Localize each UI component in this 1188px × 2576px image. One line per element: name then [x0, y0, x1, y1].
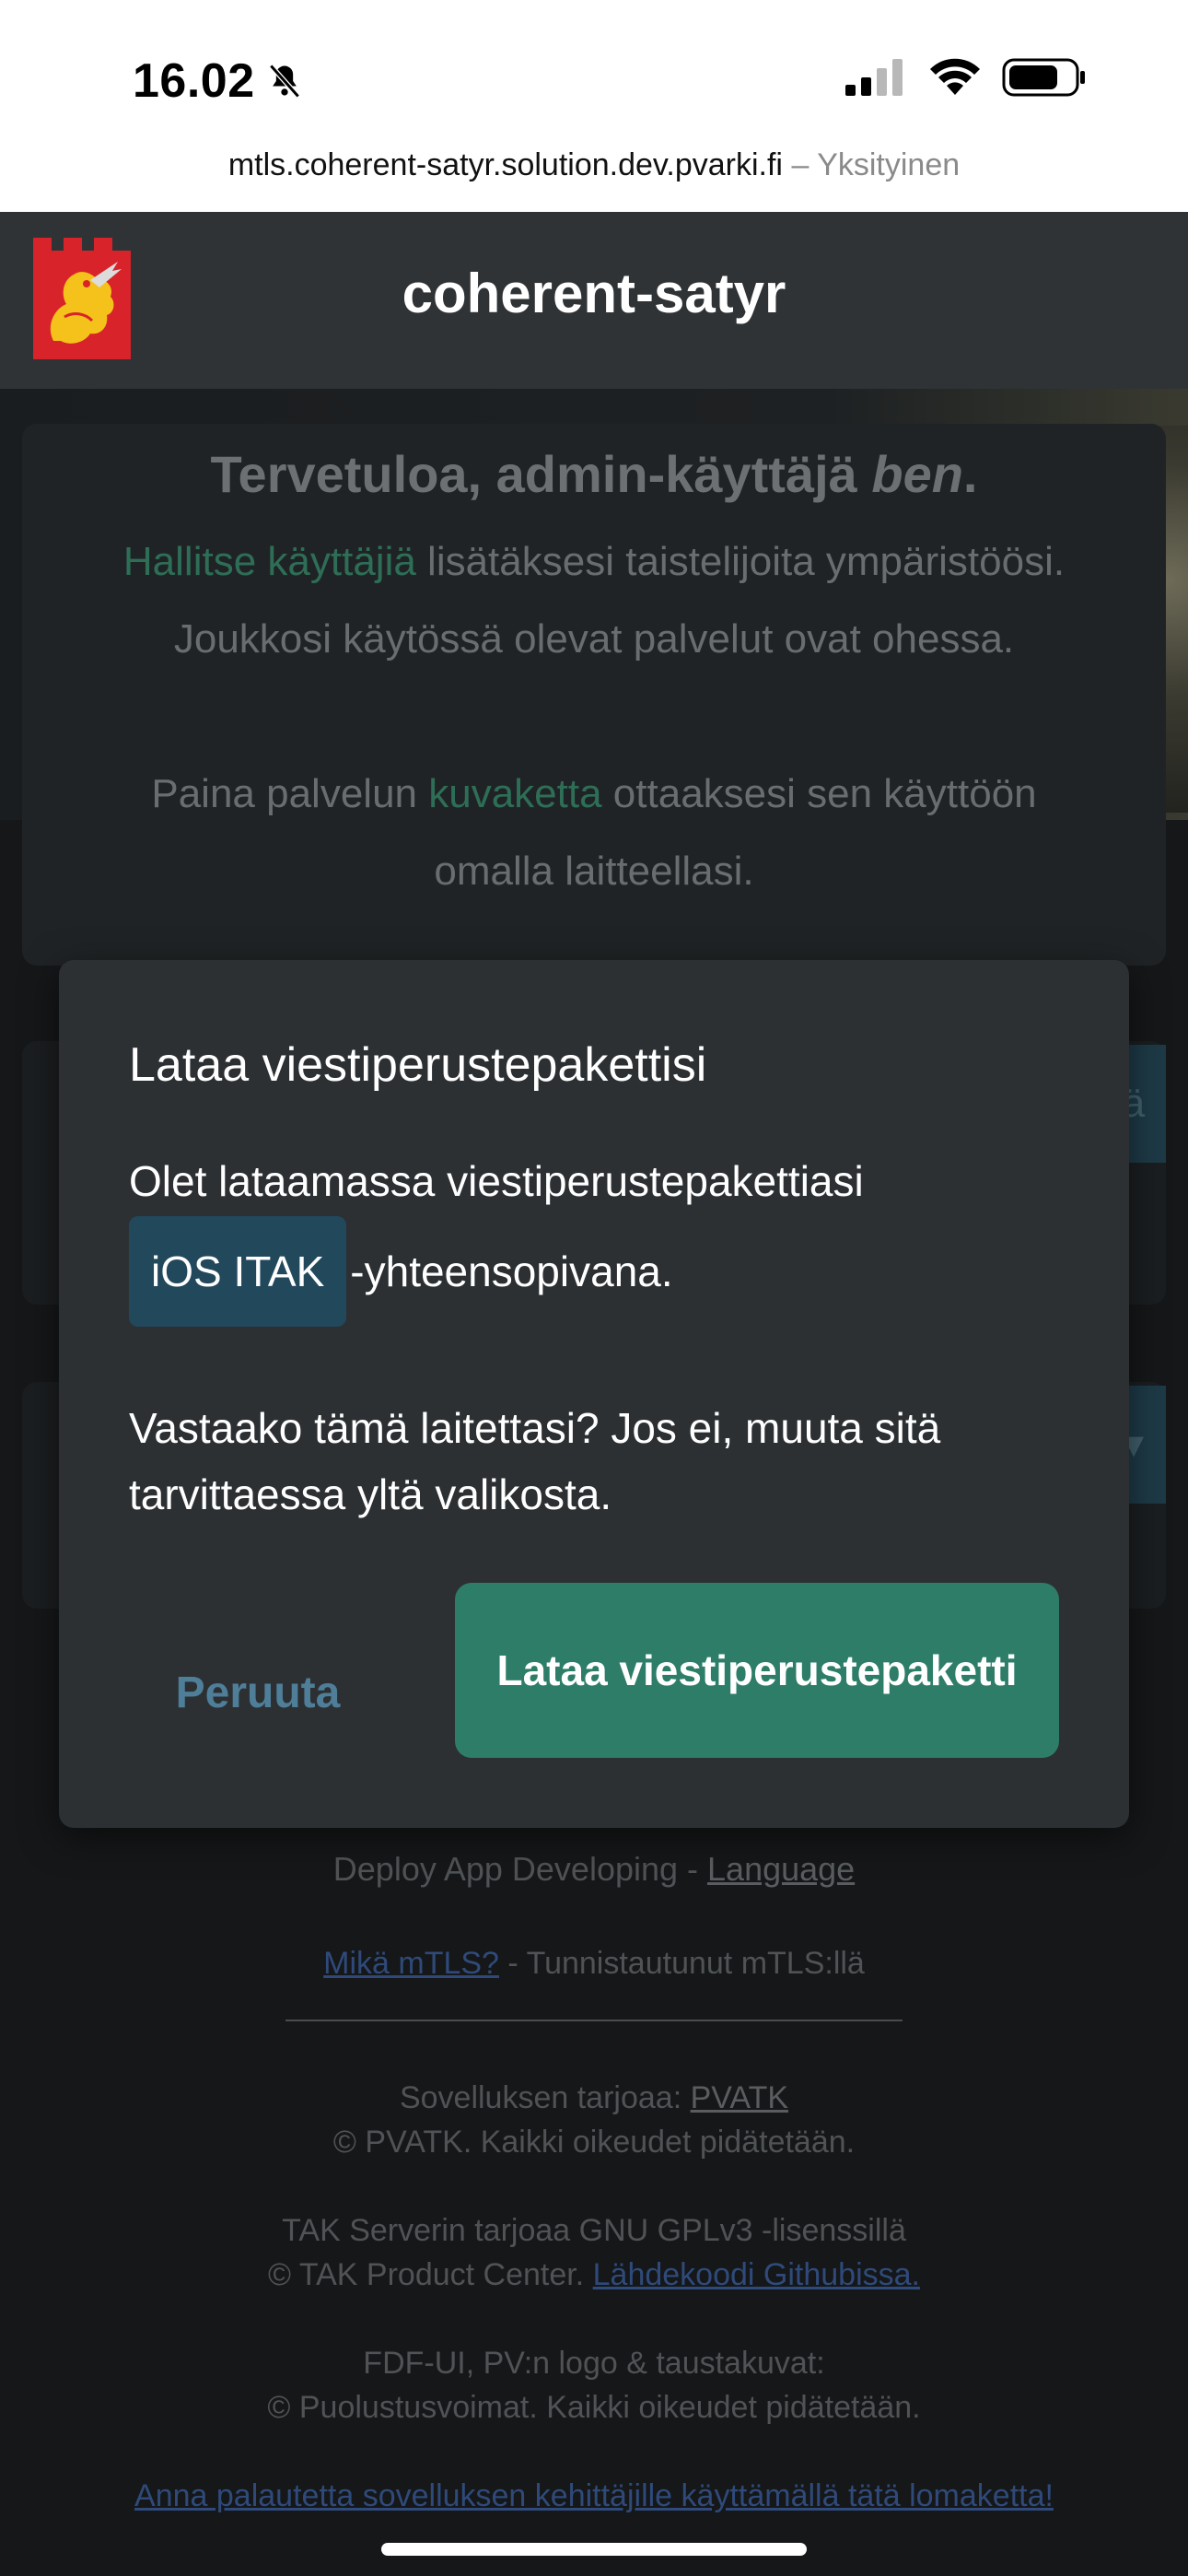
footer-tak-source: © TAK Product Center. Lähdekoodi Githubi…: [268, 2257, 920, 2292]
cancel-button[interactable]: Peruuta: [129, 1605, 387, 1780]
wifi-icon: [930, 58, 980, 95]
url-bar[interactable]: mtls.coherent-satyr.solution.dev.pvarki.…: [0, 147, 1188, 210]
app-title: coherent-satyr: [402, 263, 786, 324]
platform-suffix: -yhteensopivana.: [350, 1247, 673, 1295]
footer-provider-rights: © PVATK. Kaikki oikeudet pidätetään.: [332, 2125, 856, 2160]
footer-fdf-credits: FDF-UI, PV:n logo & taustakuvat:: [363, 2346, 825, 2381]
welcome-username: ben: [871, 445, 963, 503]
dialog-intro-text: Olet lataamassa viestiperustepakettiasi: [129, 1157, 864, 1205]
welcome-line-2: Joukkosi käytössä olevat palvelut ovat o…: [173, 616, 1015, 662]
battery-icon: [1002, 58, 1085, 97]
welcome-line-1: Hallitse käyttäjiä lisätäksesi taistelij…: [122, 539, 1066, 584]
signal-icon: [845, 59, 903, 96]
status-time: 16.02: [133, 53, 305, 109]
welcome-card: Tervetuloa, admin-käyttäjä ben. Hallitse…: [22, 424, 1166, 966]
icon-help-link[interactable]: kuvaketta: [428, 771, 601, 816]
footer-divider: [285, 2020, 903, 2021]
footer-tak-license: TAK Serverin tarjoaa GNU GPLv3 -lisenssi…: [282, 2213, 906, 2248]
url-domain: mtls.coherent-satyr.solution.dev.pvarki.…: [227, 147, 783, 182]
time-text: 16.02: [133, 54, 255, 108]
url-separator: –: [791, 147, 809, 182]
language-link[interactable]: Language: [707, 1850, 855, 1888]
private-mode-label: Yksityinen: [817, 147, 961, 182]
home-indicator[interactable]: [381, 2543, 807, 2556]
footer-app-line: Deploy App Developing - Language: [332, 1850, 856, 1888]
status-icons: [844, 57, 1087, 98]
footer-mtls-line: Mikä mTLS? - Tunnistautunut mTLS:llä: [323, 1946, 865, 1981]
manage-users-link[interactable]: Hallitse käyttäjiä: [123, 539, 416, 584]
footer-feedback: Anna palautetta sovelluksen kehittäjille…: [0, 2478, 1188, 2514]
footer-fdf-rights: © Puolustusvoimat. Kaikki oikeudet pidät…: [267, 2390, 921, 2425]
feedback-link[interactable]: Anna palautetta sovelluksen kehittäjille…: [134, 2478, 1054, 2513]
pvatk-link[interactable]: PVATK: [691, 2080, 788, 2115]
footer-provider: Sovelluksen tarjoaa: PVATK: [399, 2080, 789, 2115]
welcome-line-4: omalla laitteellasi.: [434, 849, 754, 894]
github-source-link[interactable]: Lähdekoodi Githubissa.: [593, 2257, 920, 2292]
dialog-confirm-text: Vastaako tämä laitettasi? Jos ei, muuta …: [129, 1404, 941, 1518]
dialog-title: Lataa viestiperustepakettisi: [129, 1038, 707, 1092]
platform-row: iOS ITAK -yhteensopivana.: [129, 1216, 673, 1327]
download-package-button[interactable]: Lataa viestiperustepaketti: [455, 1583, 1059, 1758]
bell-slash-icon: [268, 64, 300, 99]
welcome-line-3: Paina palvelun kuvaketta ottaaksesi sen …: [151, 771, 1037, 816]
mtls-info-link[interactable]: Mikä mTLS?: [323, 1946, 499, 1981]
download-dialog: Lataa viestiperustepakettisi Olet lataam…: [59, 960, 1129, 1828]
welcome-heading: Tervetuloa, admin-käyttäjä ben.: [210, 445, 978, 503]
platform-badge: iOS ITAK: [129, 1216, 347, 1327]
